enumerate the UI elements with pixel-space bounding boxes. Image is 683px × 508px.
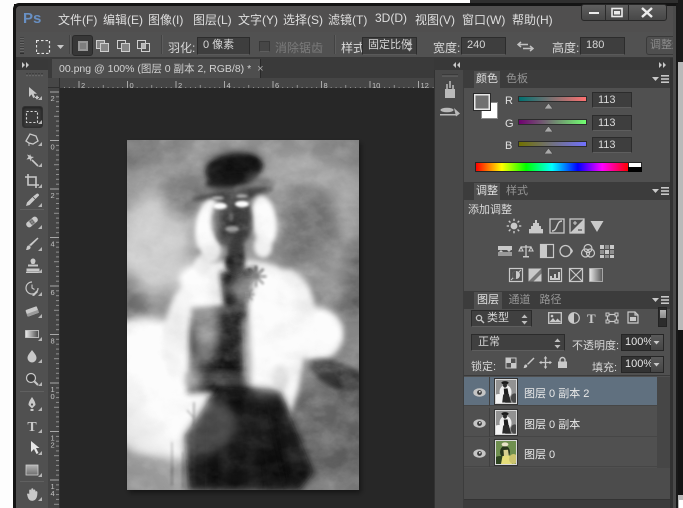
- svg-text:8: 8: [51, 337, 55, 346]
- svg-text:2: 2: [81, 81, 85, 88]
- svg-text:2: 2: [51, 441, 55, 450]
- svg-text:2: 2: [51, 191, 55, 200]
- svg-text:T: T: [27, 420, 37, 434]
- svg-text:8: 8: [324, 81, 328, 88]
- svg-text:4: 4: [51, 240, 55, 249]
- svg-text:10: 10: [372, 81, 380, 88]
- svg-text:4: 4: [51, 489, 55, 498]
- svg-text:2: 2: [178, 81, 182, 88]
- svg-text:4: 4: [227, 81, 231, 88]
- svg-text:6: 6: [51, 288, 55, 297]
- svg-text:0: 0: [51, 392, 55, 401]
- svg-text:2: 2: [51, 94, 55, 103]
- svg-text:6: 6: [275, 81, 279, 88]
- svg-text:12: 12: [421, 81, 429, 88]
- svg-text:0: 0: [51, 143, 55, 152]
- svg-text:0: 0: [130, 81, 134, 88]
